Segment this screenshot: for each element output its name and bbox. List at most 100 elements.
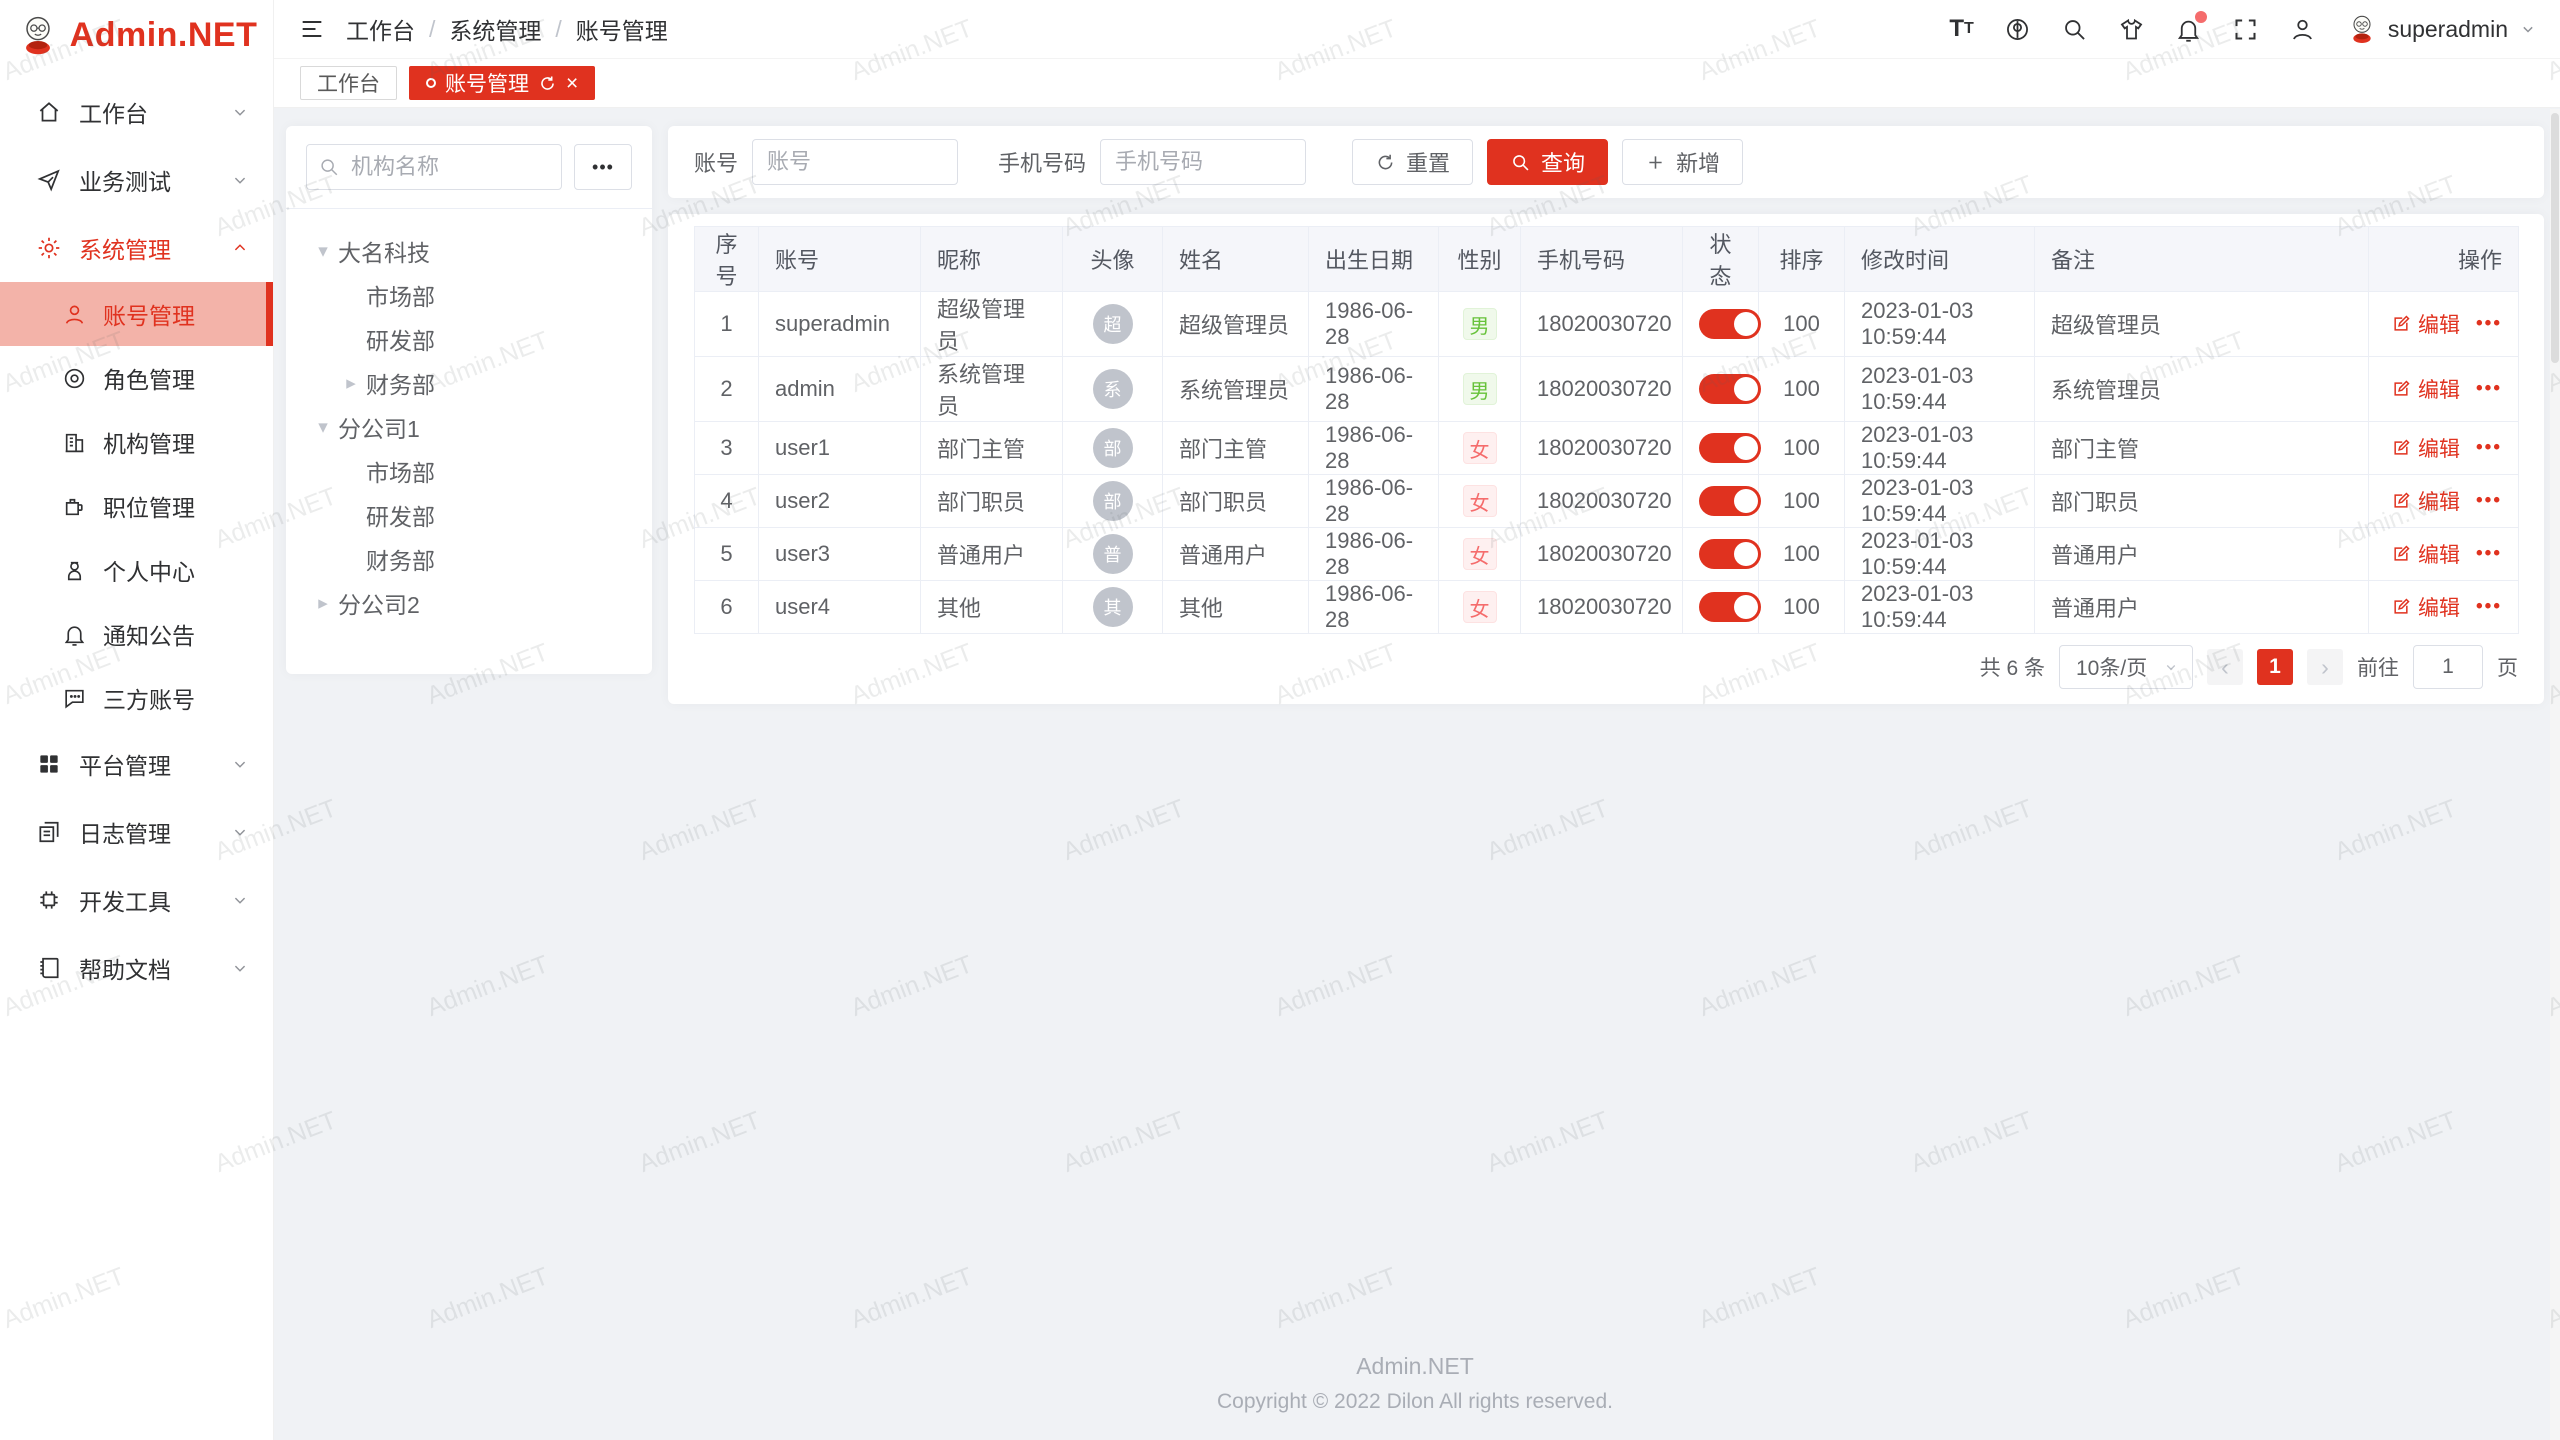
page-size-select[interactable]: 10条/页	[2059, 645, 2193, 689]
sidebar-item-role-management[interactable]: 角色管理	[0, 346, 273, 410]
caret-down-icon[interactable]: ▾	[308, 240, 338, 263]
search-icon[interactable]	[2061, 16, 2088, 43]
tree-node[interactable]: ▾大名科技	[296, 229, 642, 273]
reset-button[interactable]: 重置	[1352, 139, 1473, 185]
cell-sex: 男	[1439, 357, 1521, 422]
prev-page-button[interactable]: ‹	[2207, 649, 2243, 685]
more-actions-button[interactable]: •••	[2476, 437, 2502, 459]
edit-button[interactable]: 编辑	[2391, 433, 2460, 463]
sidebar-item-help-docs[interactable]: 帮助文档	[0, 934, 273, 1002]
caret-down-icon[interactable]: ▾	[308, 416, 338, 439]
send-icon	[36, 167, 62, 193]
edit-button[interactable]: 编辑	[2391, 539, 2460, 569]
chevron-down-icon	[229, 753, 251, 775]
sidebar-item-log-management[interactable]: 日志管理	[0, 798, 273, 866]
theme-tshirt-icon[interactable]	[2118, 16, 2145, 43]
goto-page-input[interactable]	[2413, 645, 2483, 689]
cell-account: user2	[759, 475, 921, 528]
sidebar-item-business-test[interactable]: 业务测试	[0, 146, 273, 214]
sidebar-item-personal-center[interactable]: 个人中心	[0, 538, 273, 602]
cell-actions: 编辑 •••	[2369, 292, 2519, 357]
sidebar-item-platform-management[interactable]: 平台管理	[0, 730, 273, 798]
add-button[interactable]: 新增	[1622, 139, 1743, 185]
sidebar-item-position-management[interactable]: 职位管理	[0, 474, 273, 538]
sidebar-item-label: 系统管理	[79, 231, 171, 265]
caret-right-icon[interactable]: ▸	[336, 372, 366, 395]
sidebar-item-label: 日志管理	[79, 815, 171, 849]
page-number-1[interactable]: 1	[2257, 649, 2293, 685]
cell-status	[1683, 581, 1759, 634]
book-icon	[36, 955, 62, 981]
tab-account-management[interactable]: 账号管理 ×	[409, 66, 595, 100]
active-tab-dot-icon	[426, 78, 436, 88]
sidebar-item-account-management[interactable]: 账号管理	[0, 282, 273, 346]
close-tab-icon[interactable]: ×	[566, 73, 578, 94]
user-outline-icon[interactable]	[2289, 16, 2316, 43]
tree-node[interactable]: ▸财务部	[296, 361, 642, 405]
tree-node[interactable]: 市场部	[296, 449, 642, 493]
caret-right-icon[interactable]: ▸	[308, 592, 338, 615]
language-icon[interactable]	[2004, 16, 2031, 43]
cell-name: 部门职员	[1163, 475, 1309, 528]
status-toggle[interactable]	[1699, 592, 1761, 622]
font-size-icon[interactable]: TT	[1949, 15, 1973, 43]
account-input[interactable]	[752, 139, 958, 185]
status-toggle[interactable]	[1699, 309, 1761, 339]
more-actions-button[interactable]: •••	[2476, 313, 2502, 335]
user-menu[interactable]: superadmin	[2346, 13, 2538, 45]
logo[interactable]: Admin.NET	[0, 0, 273, 70]
refresh-tab-icon[interactable]	[538, 74, 557, 93]
cell-actions: 编辑 •••	[2369, 581, 2519, 634]
tab-workbench[interactable]: 工作台	[300, 66, 397, 100]
more-actions-button[interactable]: •••	[2476, 543, 2502, 565]
chip-icon	[36, 887, 62, 913]
phone-input[interactable]	[1100, 139, 1306, 185]
sidebar-item-thirdparty-account[interactable]: 三方账号	[0, 666, 273, 730]
status-toggle[interactable]	[1699, 433, 1761, 463]
edit-button[interactable]: 编辑	[2391, 592, 2460, 622]
sidebar-item-system-management[interactable]: 系统管理	[0, 214, 273, 282]
cell-name: 系统管理员	[1163, 357, 1309, 422]
footer: Admin.NET Copyright © 2022 Dilon All rig…	[286, 1325, 2544, 1440]
status-toggle[interactable]	[1699, 374, 1761, 404]
cell-phone: 18020030720	[1521, 357, 1683, 422]
fullscreen-icon[interactable]	[2232, 16, 2259, 43]
sidebar-item-label: 业务测试	[79, 163, 171, 197]
next-page-button[interactable]: ›	[2307, 649, 2343, 685]
tree-node[interactable]: 研发部	[296, 493, 642, 537]
edit-button[interactable]: 编辑	[2391, 309, 2460, 339]
scrollbar-thumb[interactable]	[2551, 113, 2559, 363]
more-actions-button[interactable]: •••	[2476, 490, 2502, 512]
more-actions-button[interactable]: •••	[2476, 378, 2502, 400]
query-button[interactable]: 查询	[1487, 139, 1608, 185]
table-row: 1superadmin超级管理员超超级管理员1986-06-28男1802003…	[695, 292, 2519, 357]
tree-node[interactable]: ▾分公司1	[296, 405, 642, 449]
collapse-menu-icon[interactable]	[298, 15, 326, 43]
sidebar-item-notice[interactable]: 通知公告	[0, 602, 273, 666]
cell-name: 其他	[1163, 581, 1309, 634]
status-toggle[interactable]	[1699, 486, 1761, 516]
breadcrumb-item[interactable]: 系统管理	[449, 12, 541, 46]
bell-icon	[62, 622, 87, 647]
scrollbar[interactable]	[2550, 109, 2560, 1440]
tree-node[interactable]: 财务部	[296, 537, 642, 581]
tree-more-button[interactable]: •••	[574, 144, 632, 190]
tree-node[interactable]: 研发部	[296, 317, 642, 361]
tree-node[interactable]: 市场部	[296, 273, 642, 317]
cell-index: 2	[695, 357, 759, 422]
more-actions-button[interactable]: •••	[2476, 596, 2502, 618]
sidebar-item-workbench[interactable]: 工作台	[0, 78, 273, 146]
column-header: 序号	[695, 227, 759, 292]
sidebar-item-dev-tools[interactable]: 开发工具	[0, 866, 273, 934]
breadcrumb-item[interactable]: 工作台	[346, 12, 415, 46]
avatar: 普	[1093, 534, 1133, 574]
edit-button[interactable]: 编辑	[2391, 374, 2460, 404]
edit-button[interactable]: 编辑	[2391, 486, 2460, 516]
breadcrumb: 工作台 / 系统管理 / 账号管理	[346, 12, 668, 46]
sidebar-item-org-management[interactable]: 机构管理	[0, 410, 273, 474]
notification-bell-icon[interactable]	[2175, 16, 2202, 43]
org-search-input[interactable]	[306, 144, 562, 190]
cell-birth: 1986-06-28	[1309, 581, 1439, 634]
tree-node[interactable]: ▸分公司2	[296, 581, 642, 625]
status-toggle[interactable]	[1699, 539, 1761, 569]
